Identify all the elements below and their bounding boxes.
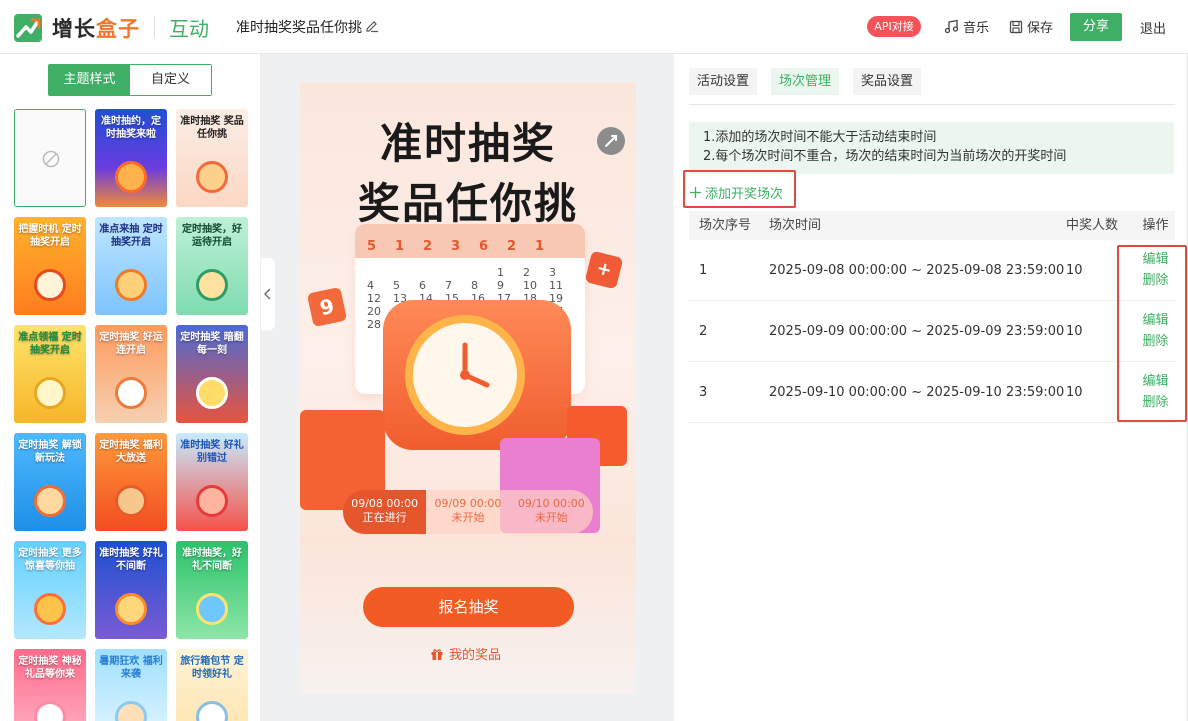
template-tile[interactable]: 准点来抽 定时抽奖开启 [95, 217, 167, 315]
template-tile[interactable]: 定时抽奖 解锁新玩法 [14, 433, 86, 531]
add-session-label: 添加开奖场次 [705, 187, 784, 202]
template-tile[interactable]: 定时抽奖 暗翻每一刻 [176, 325, 248, 423]
calendar-day: 1 [497, 266, 504, 279]
template-tile[interactable]: 定时抽奖 好运连开启 [95, 325, 167, 423]
calendar-day: 6 [419, 279, 426, 292]
session-no: 2 [699, 323, 708, 339]
product-name: 互动 [169, 17, 209, 41]
calendar-day: 2 [523, 266, 530, 279]
calendar-day: 3 [549, 266, 556, 279]
calendar-day: 5 [393, 279, 400, 292]
notice-box: 1.添加的场次时间不能大于活动结束时间 2.每个场次时间不重合，场次的结束时间为… [689, 122, 1174, 174]
top-header: 增长盒子 互动 准时抽奖奖品任你挑 API对接 音乐 保存 分享 退出 [0, 0, 1188, 54]
header-divider [154, 16, 155, 38]
tabs-divider [689, 104, 1175, 105]
session-strip: 09/08 00:00 正在进行 09/09 00:00 未开始 09/10 00:… [343, 490, 593, 534]
session-chip-2[interactable]: 09/09 00:00 未开始 [426, 490, 510, 534]
calendar-day: 10 [523, 279, 537, 292]
calendar-day: 11 [549, 279, 563, 292]
tab-custom[interactable]: 自定义 [130, 65, 211, 95]
table-row: 1 2025-09-08 00:00:00 ~ 2025-09-08 23:59… [689, 240, 1175, 301]
save-label: 保存 [1027, 21, 1054, 36]
template-tile[interactable]: 定时抽奖 福利大放送 [95, 433, 167, 531]
template-tile[interactable]: 定时抽奖，好运待开启 [176, 217, 248, 315]
plus-icon [690, 187, 701, 198]
clock-face [405, 315, 525, 435]
tab-activity-settings[interactable]: 活动设置 [689, 68, 758, 95]
logo-icon [14, 14, 42, 42]
gift-icon [431, 648, 443, 660]
collapse-panel-button[interactable] [261, 258, 275, 330]
session-no: 3 [699, 384, 708, 400]
calendar-day: 9 [497, 279, 504, 292]
template-tile[interactable]: 把握时机 定时抽奖开启 [14, 217, 86, 315]
session-time: 2025-09-09 00:00:00 ~ 2025-09-09 23:59:0… [769, 323, 1065, 339]
col-header-actions: 操作 [1142, 218, 1169, 233]
number-badge: 9 [306, 286, 348, 328]
col-header-no: 场次序号 [699, 218, 752, 233]
col-header-winners: 中奖人数 [1066, 218, 1119, 233]
session-no: 1 [699, 262, 708, 278]
logo-text: 增长盒子 [52, 17, 140, 41]
my-prizes-link[interactable]: 我的奖品 [430, 644, 501, 663]
table-row: 2 2025-09-09 00:00:00 ~ 2025-09-09 23:59… [689, 301, 1175, 362]
save-disk-icon [1009, 20, 1023, 33]
calendar-day: 8 [471, 279, 478, 292]
template-blank[interactable] [14, 109, 86, 207]
table-row: 3 2025-09-10 00:00:00 ~ 2025-09-10 23:59… [689, 362, 1175, 423]
session-time: 2025-09-08 00:00:00 ~ 2025-09-08 23:59:0… [769, 262, 1065, 278]
calendar-day: 20 [367, 305, 381, 318]
calendar-day: 4 [367, 279, 374, 292]
session-time: 2025-09-10 00:00:00 ~ 2025-09-10 23:59:0… [769, 384, 1065, 400]
save-button[interactable]: 保存 [1009, 17, 1053, 36]
settings-tabs: 活动设置 场次管理 奖品设置 [689, 68, 922, 95]
exit-button[interactable]: 退出 [1140, 18, 1166, 37]
actions-highlight-box [1117, 245, 1187, 422]
music-label: 音乐 [963, 21, 990, 36]
template-tile[interactable]: 暑期狂欢 福利来袭 [95, 649, 167, 721]
template-tile[interactable]: 准时抽奖 好礼别错过 [176, 433, 248, 531]
no-template-icon [42, 150, 60, 168]
music-toggle-icon[interactable] [597, 127, 625, 155]
edit-pencil-icon[interactable] [365, 19, 379, 33]
api-badge[interactable]: API对接 [867, 16, 921, 37]
session-chip-3[interactable]: 09/10 00:00 未开始 [509, 490, 593, 534]
share-button[interactable]: 分享 [1070, 13, 1122, 41]
template-tile[interactable]: 定时抽奖 神秘礼品等你来 [14, 649, 86, 721]
calendar-day: 7 [445, 279, 452, 292]
template-tile[interactable]: 定时抽奖 更多惊喜等你抽 [14, 541, 86, 639]
col-header-time: 场次时间 [769, 218, 822, 233]
template-tile[interactable]: 旅行箱包节 定时领好礼 [176, 649, 248, 721]
calendar-day: 12 [367, 292, 381, 305]
theme-tabs: 主题样式 自定义 [48, 64, 212, 96]
tab-prize-settings[interactable]: 奖品设置 [853, 68, 922, 95]
music-button[interactable]: 音乐 [944, 17, 989, 36]
tab-theme-style[interactable]: 主题样式 [49, 65, 130, 95]
add-session-button[interactable]: 添加开奖场次 [683, 170, 796, 208]
template-tile[interactable]: 准时抽奖 奖品任你挑 [176, 109, 248, 207]
calendar-day: 28 [367, 318, 381, 331]
notice-line-1: 1.添加的场次时间不能大于活动结束时间 [703, 130, 937, 145]
poster-title-line2: 奖品任你挑 [357, 179, 578, 228]
chevron-left-icon [264, 288, 271, 300]
activity-name: 准时抽奖奖品任你挑 [236, 20, 362, 36]
tab-session-management[interactable]: 场次管理 [771, 68, 840, 95]
theme-panel: 主题样式 自定义 准时抽约，定时抽奖来啦 准时抽奖 奖品任你挑 把握时机 定时抽… [0, 54, 261, 721]
music-note-icon [944, 19, 959, 34]
signup-lottery-button[interactable]: 报名抽奖 [363, 587, 574, 627]
poster-title-line1: 准时抽奖 [379, 119, 556, 168]
template-tile[interactable]: 准时抽约，定时抽奖来啦 [95, 109, 167, 207]
template-tile[interactable]: 准时抽奖 好礼不间断 [95, 541, 167, 639]
notice-line-2: 2.每个场次时间不重合，场次的结束时间为当前场次的开奖时间 [703, 149, 1067, 164]
my-prizes-label: 我的奖品 [449, 648, 502, 663]
template-tile[interactable]: 准时抽奖，好礼不间断 [176, 541, 248, 639]
session-table: 场次序号 场次时间 中奖人数 操作 1 2025-09-08 00:00:00 … [689, 211, 1175, 423]
session-chip-1[interactable]: 09/08 00:00 正在进行 [343, 490, 427, 534]
template-tile[interactable]: 准点领福 定时抽奖开启 [14, 325, 86, 423]
table-header: 场次序号 场次时间 中奖人数 操作 [689, 211, 1175, 240]
